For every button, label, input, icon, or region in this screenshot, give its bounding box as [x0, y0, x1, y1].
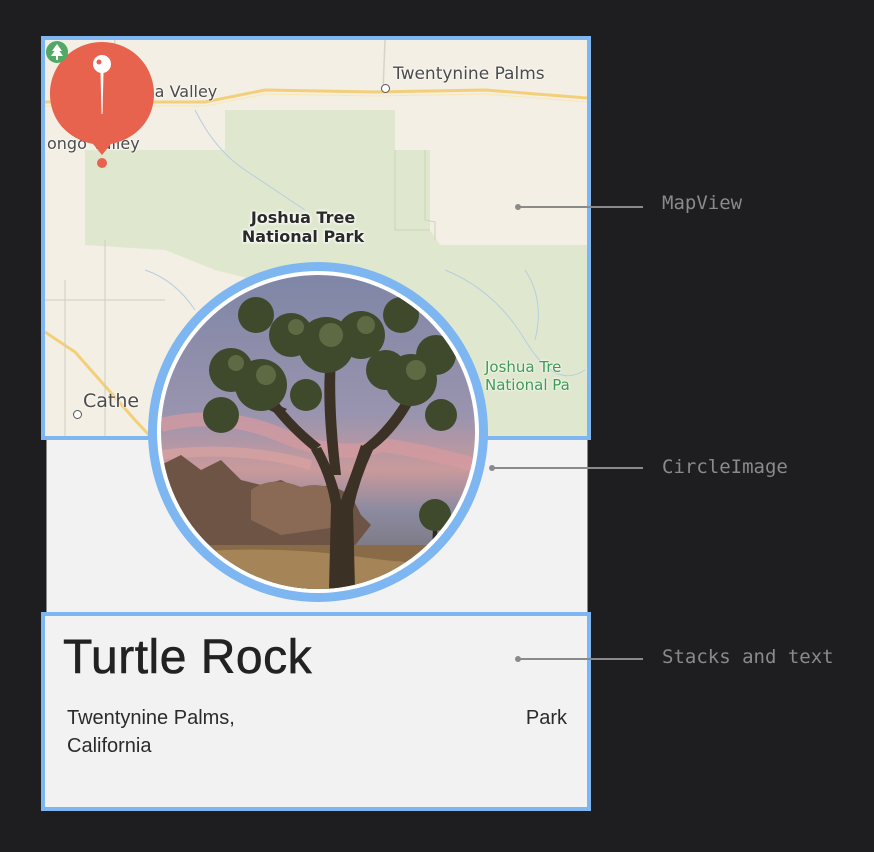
city-dot-cathedral: [73, 410, 82, 419]
park-label-line1: Joshua Tree: [250, 208, 356, 227]
joshua-tree-photo: [161, 275, 475, 589]
map-label-cathedral: Cathe: [83, 390, 140, 412]
poi-label-line1: Joshua Tre: [485, 358, 562, 376]
poi-label-line2: National Pa: [485, 376, 570, 394]
location-line2: California: [67, 735, 152, 757]
category-text: Park: [525, 707, 567, 729]
callout-label-stacks: Stacks and text: [662, 646, 834, 668]
location-text: Twentynine Palms, California: [67, 704, 297, 760]
callout-line-circleimage: [492, 467, 643, 469]
park-label-line2: National Park: [241, 227, 365, 246]
poi-label[interactable]: Joshua Tre National Pa: [485, 358, 587, 394]
callout-label-circleimage: CircleImage: [662, 456, 788, 478]
tree-icon[interactable]: [45, 40, 69, 64]
callout-line-mapview: [518, 206, 643, 208]
location-line1: Twentynine Palms,: [67, 707, 235, 729]
page-title: Turtle Rock: [63, 631, 313, 685]
park-label[interactable]: Joshua Tree National Park: [225, 208, 381, 246]
callout-label-mapview: MapView: [662, 192, 743, 214]
callout-line-stacks: [518, 658, 643, 660]
city-dot-twentynine-palms: [381, 84, 390, 93]
circle-image: [161, 275, 475, 589]
map-label-twentynine-palms: Twentynine Palms: [393, 64, 545, 84]
stacks-and-text: Turtle Rock Twentynine Palms, California…: [41, 612, 591, 811]
